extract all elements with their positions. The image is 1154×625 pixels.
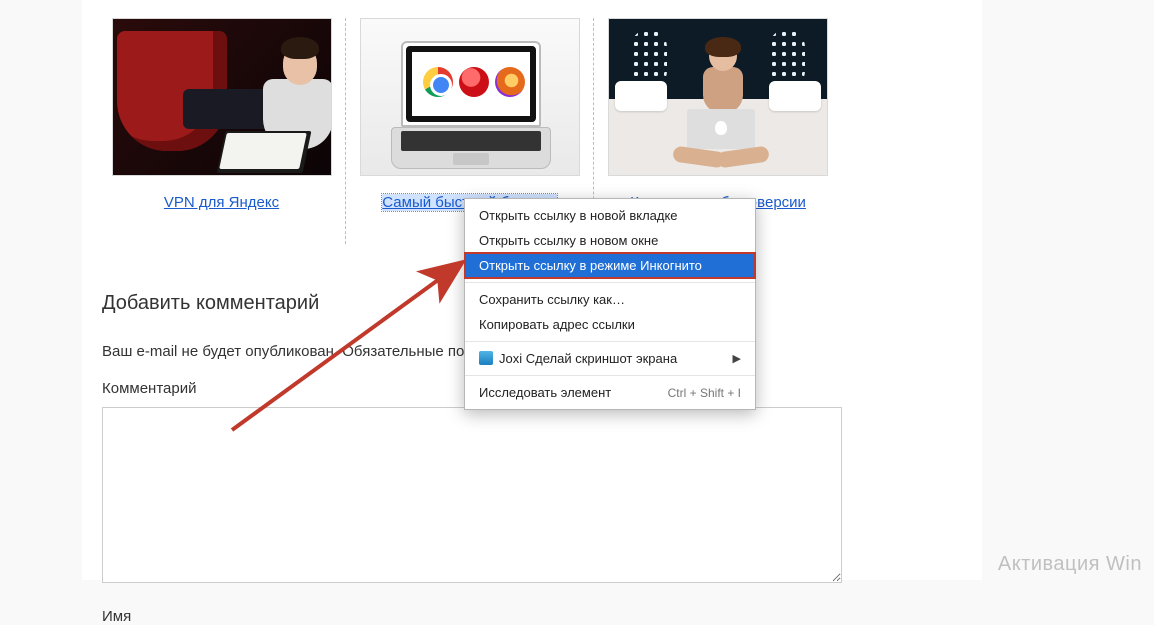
card-collections-image — [608, 18, 828, 176]
ctx-open-incognito[interactable]: Открыть ссылку в режиме Инкогнито — [465, 253, 755, 278]
submenu-arrow-icon: ▶ — [733, 352, 741, 365]
ctx-copy-link-address[interactable]: Копировать адрес ссылки — [465, 312, 755, 337]
card-vpn-image — [112, 18, 332, 176]
ctx-open-new-window[interactable]: Открыть ссылку в новом окне — [465, 228, 755, 253]
card-vpn: VPN для Яндекс — [98, 18, 346, 244]
ctx-save-link-as[interactable]: Сохранить ссылку как… — [465, 287, 755, 312]
ctx-inspect-shortcut: Ctrl + Shift + I — [668, 386, 741, 400]
ctx-open-new-tab[interactable]: Открыть ссылку в новой вкладке — [465, 203, 755, 228]
windows-activation-watermark: Активация Win — [998, 553, 1142, 576]
ctx-joxi-screenshot[interactable]: Joxi Сделай скриншот экрана ▶ — [465, 346, 755, 371]
comment-textarea[interactable] — [102, 407, 842, 583]
ctx-inspect-element[interactable]: Исследовать элемент Ctrl + Shift + I — [465, 380, 755, 405]
joxi-icon — [479, 351, 493, 365]
ctx-separator — [465, 375, 755, 376]
ctx-separator — [465, 341, 755, 342]
ctx-separator — [465, 282, 755, 283]
link-context-menu: Открыть ссылку в новой вкладке Открыть с… — [464, 198, 756, 410]
card-browser-image — [360, 18, 580, 176]
name-label: Имя — [102, 608, 962, 625]
card-vpn-link[interactable]: VPN для Яндекс — [164, 194, 279, 211]
